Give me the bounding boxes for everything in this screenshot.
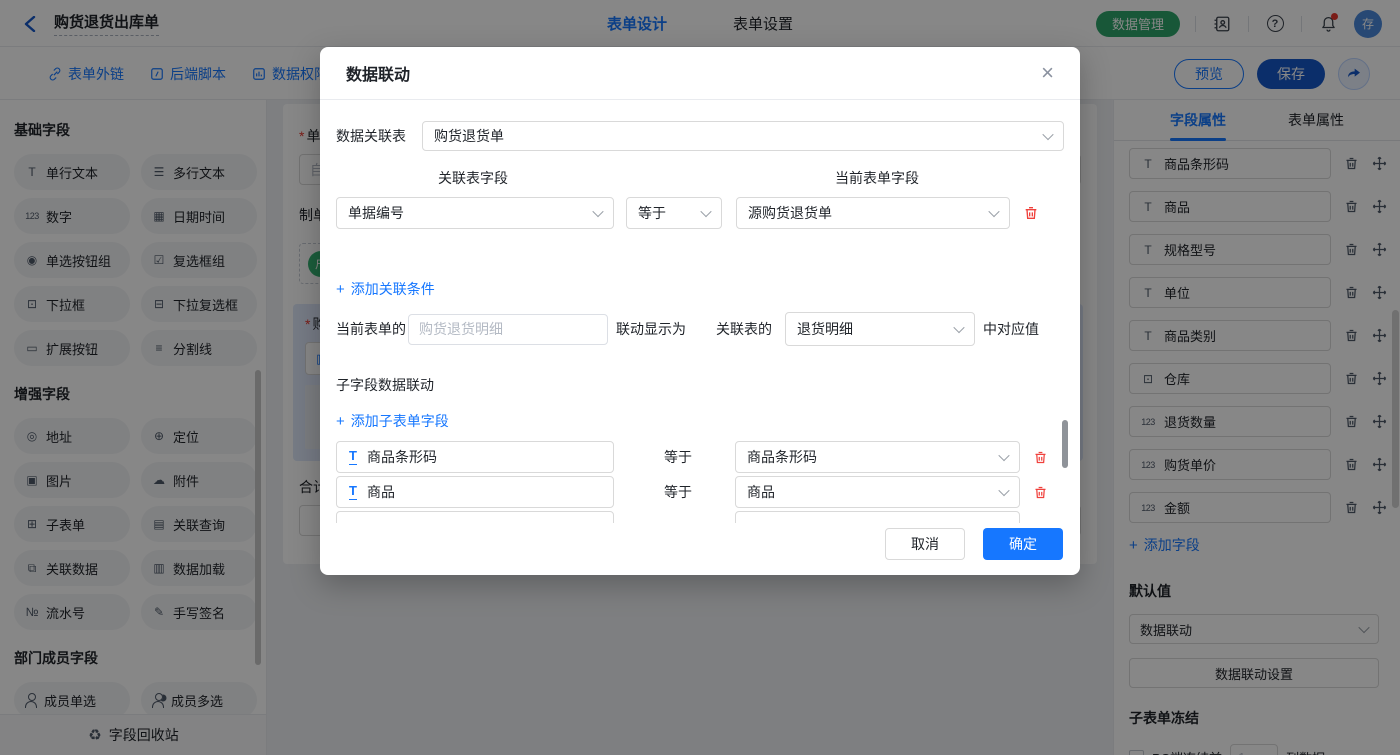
add-condition-link[interactable]: 添加关联条件 xyxy=(336,279,435,299)
subfield-source-label: 商品条形码 xyxy=(367,447,437,467)
add-subfield-link[interactable]: 添加子表单字段 xyxy=(336,411,449,431)
operator-value: 等于 xyxy=(638,203,666,223)
subfield-target-value: 商品条形码 xyxy=(747,447,817,467)
data-linkage-modal: 数据联动 × 数据关联表 购货退货单 关联表字段 当前表单字段 单据编号 xyxy=(320,47,1080,575)
equals-label: 等于 xyxy=(664,482,704,502)
chevron-down-icon xyxy=(953,322,964,333)
subfield-linkage-title: 子字段数据联动 xyxy=(336,375,1064,395)
subfield-source-box[interactable]: T 商品 xyxy=(336,476,614,508)
equals-label: 等于 xyxy=(664,447,704,467)
corresponding-value-label: 中对应值 xyxy=(983,319,1039,339)
subfield-target-select[interactable]: 商品条形码 xyxy=(735,441,1020,473)
subfield-row-partial xyxy=(336,511,1064,523)
chevron-down-icon xyxy=(700,206,711,217)
relation-table-select[interactable]: 购货退货单 xyxy=(422,121,1064,151)
related-field-column-header: 关联表字段 xyxy=(438,168,508,188)
delete-subfield-icon[interactable] xyxy=(1033,485,1048,500)
display-as-label: 联动显示为 xyxy=(616,319,686,339)
relation-table-label: 数据关联表 xyxy=(336,126,406,146)
modal-scrollbar[interactable] xyxy=(1062,420,1068,468)
cancel-button[interactable]: 取消 xyxy=(885,528,965,560)
subfield-target-select[interactable]: 商品 xyxy=(735,476,1020,508)
relation-table-value: 购货退货单 xyxy=(434,126,504,146)
text-field-icon: T xyxy=(349,484,357,499)
current-form-label: 当前表单的 xyxy=(336,319,406,339)
chevron-down-icon xyxy=(592,206,603,217)
chevron-down-icon xyxy=(998,450,1009,461)
subfield-source-box[interactable]: T 商品条形码 xyxy=(336,441,614,473)
confirm-button[interactable]: 确定 xyxy=(983,528,1063,560)
modal-title: 数据联动 xyxy=(346,61,410,85)
related-subform-value: 退货明细 xyxy=(797,319,853,339)
chevron-down-icon xyxy=(1042,129,1053,140)
delete-subfield-icon[interactable] xyxy=(1033,450,1048,465)
current-field-column-header: 当前表单字段 xyxy=(835,168,919,188)
subfield-source-label: 商品 xyxy=(367,482,395,502)
subfield-rows: T 商品条形码 等于 商品条形码 T 商品 等于 xyxy=(336,441,1064,523)
app-root: 购货退货出库单 表单设计 表单设置 数据管理 ? 存 表单外 xyxy=(0,0,1400,755)
text-field-icon: T xyxy=(349,449,357,464)
close-icon[interactable]: × xyxy=(1041,62,1054,84)
current-form-field-input[interactable] xyxy=(408,314,608,345)
related-subform-select[interactable]: 退货明细 xyxy=(785,312,975,346)
chevron-down-icon xyxy=(998,485,1009,496)
subfield-row: T 商品 等于 商品 xyxy=(336,476,1064,508)
related-field-select[interactable]: 单据编号 xyxy=(336,197,614,229)
subfield-row: T 商品条形码 等于 商品条形码 xyxy=(336,441,1064,473)
subfield-source-box[interactable] xyxy=(336,511,614,523)
chevron-down-icon xyxy=(988,206,999,217)
subfield-target-value: 商品 xyxy=(747,482,775,502)
delete-condition-icon[interactable] xyxy=(1023,205,1039,221)
related-field-value: 单据编号 xyxy=(348,203,404,223)
current-field-select[interactable]: 源购货退货单 xyxy=(736,197,1010,229)
operator-select[interactable]: 等于 xyxy=(626,197,722,229)
linkage-condition-row: 单据编号 等于 源购货退货单 xyxy=(336,197,1064,229)
related-table-label: 关联表的 xyxy=(716,319,772,339)
current-field-value: 源购货退货单 xyxy=(748,203,832,223)
subfield-target-select[interactable] xyxy=(735,511,1020,523)
